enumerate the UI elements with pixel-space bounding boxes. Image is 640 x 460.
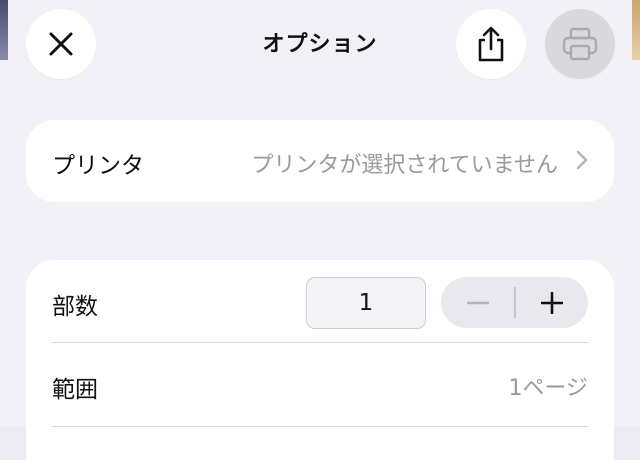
- share-button[interactable]: [456, 9, 526, 79]
- minus-icon: [466, 301, 489, 304]
- copies-label: 部数: [52, 294, 98, 320]
- increment-button[interactable]: [515, 277, 588, 328]
- chevron-right-icon: [576, 150, 588, 170]
- range-value[interactable]: 1ページ: [508, 370, 588, 402]
- plus-icon: [540, 291, 563, 314]
- print-options-card: 部数 1 範囲 1ページ: [26, 260, 614, 460]
- row-divider: [52, 342, 588, 343]
- printer-value: プリンタが選択されていません: [251, 153, 558, 178]
- copies-stepper: [441, 277, 588, 328]
- options-sheet: オプション プリンタ プリンタが選択されていません 部数 1 範囲 1ページ: [0, 0, 640, 460]
- range-label: 範囲: [52, 377, 98, 403]
- page-title: オプション: [262, 32, 378, 57]
- printer-icon: [562, 27, 598, 61]
- printer-row[interactable]: プリンタ プリンタが選択されていません: [26, 120, 614, 202]
- decrement-button[interactable]: [441, 277, 514, 328]
- share-icon: [478, 26, 504, 62]
- printer-label: プリンタ: [52, 153, 144, 179]
- copies-field[interactable]: 1: [306, 277, 426, 329]
- print-button[interactable]: [545, 9, 615, 79]
